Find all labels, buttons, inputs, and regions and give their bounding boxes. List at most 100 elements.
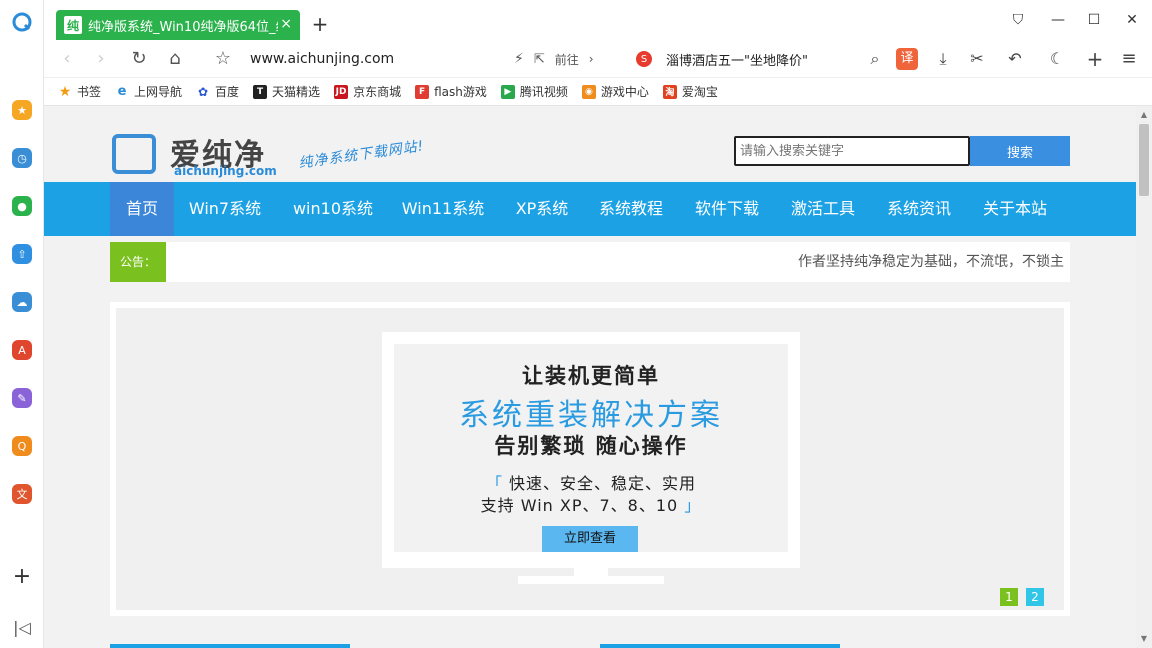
menu-icon[interactable]: ≡ — [1118, 48, 1140, 70]
nav-tutorials[interactable]: 系统教程 — [596, 182, 666, 236]
site-logo[interactable]: 爱纯净 aichunjing.com 纯净系统下载网站! — [110, 130, 440, 180]
nav-win10[interactable]: win10系统 — [288, 182, 378, 236]
page-scrollbar[interactable]: ▲ ▼ — [1136, 106, 1152, 648]
collapse-panel-icon[interactable]: |◁ — [12, 618, 32, 638]
active-tab[interactable]: 纯 纯净版系统_Win10纯净版64位_纯净 × — [56, 10, 300, 40]
sogou-search-engine-icon[interactable]: S — [636, 51, 652, 67]
site-header: 爱纯净 aichunjing.com 纯净系统下载网站! 搜索 — [44, 106, 1136, 182]
share-icon[interactable]: ⇱ — [534, 52, 545, 67]
search-query-text[interactable]: 淄博酒店五一"坐地降价" — [666, 50, 808, 69]
bookmark-label: 书签 — [77, 85, 102, 99]
search-tool-icon[interactable]: Q — [12, 436, 32, 456]
browser-side-panel: ★ ◷ ● ⇧ ☁ A ✎ Q 文 + |◁ — [0, 0, 44, 648]
scroll-down-arrow-icon[interactable]: ▼ — [1139, 634, 1149, 643]
nav-xp[interactable]: XP系统 — [510, 182, 574, 236]
view-now-button[interactable]: 立即查看 — [542, 526, 638, 552]
nav-software[interactable]: 软件下载 — [692, 182, 762, 236]
url-text[interactable]: www.aichunjing.com — [250, 51, 394, 67]
monitor-screen: 让装机更简单 系统重装解决方案 告别繁琐 随心操作 「 快速、安全、稳定、实用 … — [394, 344, 788, 552]
slider-dot-2[interactable]: 2 — [1026, 588, 1044, 606]
skin-shirt-icon[interactable]: ⛉ — [1008, 10, 1028, 30]
bookmark-item[interactable]: JD 京东商城 — [334, 83, 401, 100]
browser-logo-icon[interactable] — [12, 12, 32, 32]
nav-home[interactable]: 首页 — [110, 182, 174, 236]
site-search-button[interactable]: 搜索 — [970, 136, 1070, 166]
nav-win7[interactable]: Win7系统 — [184, 182, 266, 236]
star-icon: ★ — [58, 83, 72, 100]
new-tab-button[interactable]: + — [310, 12, 330, 36]
banner-slider[interactable]: 让装机更简单 系统重装解决方案 告别繁琐 随心操作 「 快速、安全、稳定、实用 … — [110, 302, 1070, 616]
wechat-icon[interactable]: ● — [12, 196, 32, 216]
bracket-close: 」 — [684, 496, 702, 515]
translate-button[interactable]: 译 — [896, 48, 918, 70]
bookmark-star-icon[interactable]: ☆ — [212, 48, 234, 70]
banner-headline: 让装机更简单 — [522, 364, 660, 388]
notice-label: 公告： — [110, 242, 166, 282]
cloud-icon[interactable]: ☁ — [12, 292, 32, 312]
bookmark-item[interactable]: e 上网导航 — [115, 83, 182, 100]
nav-activation[interactable]: 激活工具 — [788, 182, 858, 236]
minimize-button[interactable]: — — [1048, 10, 1068, 30]
favorites-star-icon[interactable]: ★ — [12, 100, 32, 120]
tab-close-icon[interactable]: × — [280, 16, 292, 32]
screenshot-scissors-icon[interactable]: ✂ — [966, 48, 988, 70]
bookmark-item[interactable]: ★ 书签 — [58, 83, 101, 100]
bookmark-item[interactable]: ✿ 百度 — [196, 83, 239, 100]
download-icon[interactable]: ⤓ — [932, 48, 954, 70]
bookmark-label: 腾讯视频 — [519, 85, 568, 99]
goto-button[interactable]: 前往 — [555, 51, 579, 68]
bookmark-label: 京东商城 — [353, 85, 402, 99]
tencent-video-icon: ▶ — [500, 84, 515, 99]
slider-dot-1[interactable]: 1 — [1000, 588, 1018, 606]
bookmark-label: flash游戏 — [434, 85, 487, 99]
undo-icon[interactable]: ↶ — [1004, 48, 1026, 70]
nav-win11[interactable]: Win11系统 — [398, 182, 488, 236]
search-box[interactable]: S 淄博酒店五一"坐地降价" — [636, 46, 882, 72]
bookmark-item[interactable]: F flash游戏 — [415, 83, 487, 100]
slider-pagination: 1 2 — [1000, 588, 1044, 606]
tab-title: 纯净版系统_Win10纯净版64位_纯净 — [88, 19, 278, 35]
home-button[interactable]: ⌂ — [164, 48, 186, 70]
note-edit-icon[interactable]: ✎ — [12, 388, 32, 408]
translate-tool-icon[interactable]: 文 — [12, 484, 32, 504]
address-actions: ⚡ ⇱ 前往 › — [514, 48, 594, 70]
add-app-icon[interactable]: + — [11, 566, 33, 588]
close-window-button[interactable]: ✕ — [1122, 10, 1142, 30]
history-clock-icon[interactable]: ◷ — [12, 148, 32, 168]
taobao-icon: 淘 — [662, 84, 677, 99]
refresh-button[interactable]: ↻ — [128, 48, 150, 70]
night-mode-moon-icon[interactable]: ☾ — [1046, 48, 1068, 70]
monitor-base — [518, 576, 664, 584]
jd-icon: JD — [334, 84, 349, 99]
nav-news[interactable]: 系统资讯 — [884, 182, 954, 236]
banner-slide: 让装机更简单 系统重装解决方案 告别繁琐 随心操作 「 快速、安全、稳定、实用 … — [116, 308, 1064, 610]
goto-chevron-icon[interactable]: › — [589, 52, 594, 66]
monitor-graphic: 让装机更简单 系统重装解决方案 告别繁琐 随心操作 「 快速、安全、稳定、实用 … — [382, 332, 800, 568]
bookmark-item[interactable]: 淘 爱淘宝 — [662, 83, 718, 100]
pdf-icon[interactable]: A — [12, 340, 32, 360]
search-magnifier-icon[interactable]: ⌕ — [864, 48, 886, 70]
scroll-up-arrow-icon[interactable]: ▲ — [1139, 110, 1149, 119]
tab-favicon-icon: 纯 — [64, 16, 82, 34]
bookmark-item[interactable]: ▶ 腾讯视频 — [500, 83, 568, 100]
forward-button[interactable]: › — [90, 48, 112, 70]
notice-text[interactable]: 作者坚持纯净稳定为基础，不流氓，不锁主 — [798, 242, 1064, 282]
bookmark-item[interactable]: T 天猫精选 — [253, 83, 320, 100]
bookmark-label: 百度 — [215, 85, 240, 99]
monitor-neck — [574, 562, 608, 576]
tab-strip: 纯 纯净版系统_Win10纯净版64位_纯净 × + ⛉ — ☐ ✕ — [44, 0, 1152, 40]
logo-mark-icon — [112, 134, 156, 174]
site-search-input[interactable] — [734, 136, 970, 166]
maximize-button[interactable]: ☐ — [1084, 10, 1104, 30]
site-search: 搜索 — [734, 136, 1070, 168]
pin-icon[interactable]: ⇧ — [12, 244, 32, 264]
bracket-open: 「 — [485, 474, 503, 493]
bookmark-label: 天猫精选 — [272, 85, 321, 99]
bookmark-item[interactable]: ◉ 游戏中心 — [581, 83, 649, 100]
bookmark-label: 游戏中心 — [600, 85, 649, 99]
nav-about[interactable]: 关于本站 — [980, 182, 1050, 236]
scroll-thumb[interactable] — [1139, 124, 1149, 196]
add-icon[interactable]: + — [1084, 48, 1106, 70]
back-button[interactable]: ‹ — [56, 48, 78, 70]
lightning-icon[interactable]: ⚡ — [514, 51, 524, 67]
